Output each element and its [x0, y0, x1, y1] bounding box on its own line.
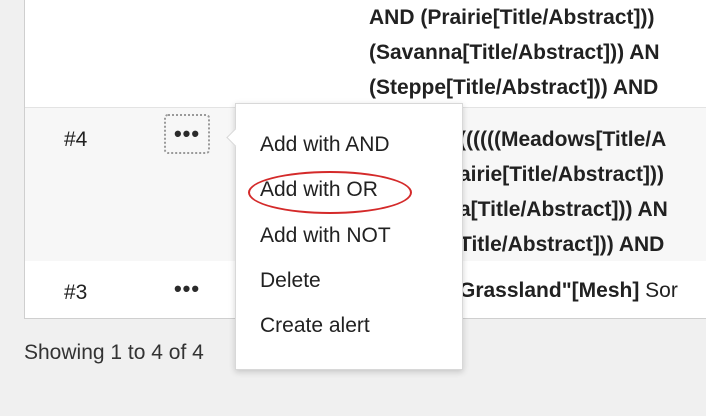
actions-dropdown-menu: Add with AND Add with OR Add with NOT De… — [226, 103, 463, 370]
query-line: Title/Abstract])) AND — [459, 233, 665, 256]
more-options-icon: ••• — [173, 121, 201, 146]
query-line: a[Title/Abstract])) AN — [459, 198, 668, 221]
query-line: (Steppe[Title/Abstract])) AND — [369, 76, 659, 99]
actions-menu-button[interactable]: ••• — [164, 114, 210, 154]
more-options-icon: ••• — [173, 276, 201, 301]
query-text: ((((((Meadows[Title/A airie[Title/Abstra… — [459, 122, 668, 262]
actions-menu-button[interactable]: ••• — [164, 269, 210, 309]
menu-item-create-alert[interactable]: Create alert — [260, 314, 370, 338]
menu-item-add-with-and[interactable]: Add with AND — [260, 133, 390, 157]
annotation-highlight-oval — [248, 171, 412, 214]
query-sort-text: Sor — [639, 279, 678, 302]
table-row: AND (Prairie[Title/Abstract])) (Savanna[… — [25, 0, 706, 107]
query-term: Grassland"[Mesh] — [459, 279, 640, 302]
query-line: (Savanna[Title/Abstract])) AN — [369, 41, 660, 64]
results-count: Showing 1 to 4 of 4 — [24, 341, 204, 364]
search-number: #3 — [64, 281, 88, 304]
query-line: AND (Prairie[Title/Abstract])) — [369, 6, 655, 29]
query-line: airie[Title/Abstract])) — [459, 163, 664, 186]
search-number: #4 — [64, 128, 88, 151]
query-text: AND (Prairie[Title/Abstract])) (Savanna[… — [369, 0, 660, 105]
query-line: ((((((Meadows[Title/A — [459, 128, 667, 151]
query-text: Grassland"[Mesh] Sor — [459, 273, 678, 308]
menu-item-delete[interactable]: Delete — [260, 269, 321, 293]
menu-item-add-with-not[interactable]: Add with NOT — [260, 224, 391, 248]
